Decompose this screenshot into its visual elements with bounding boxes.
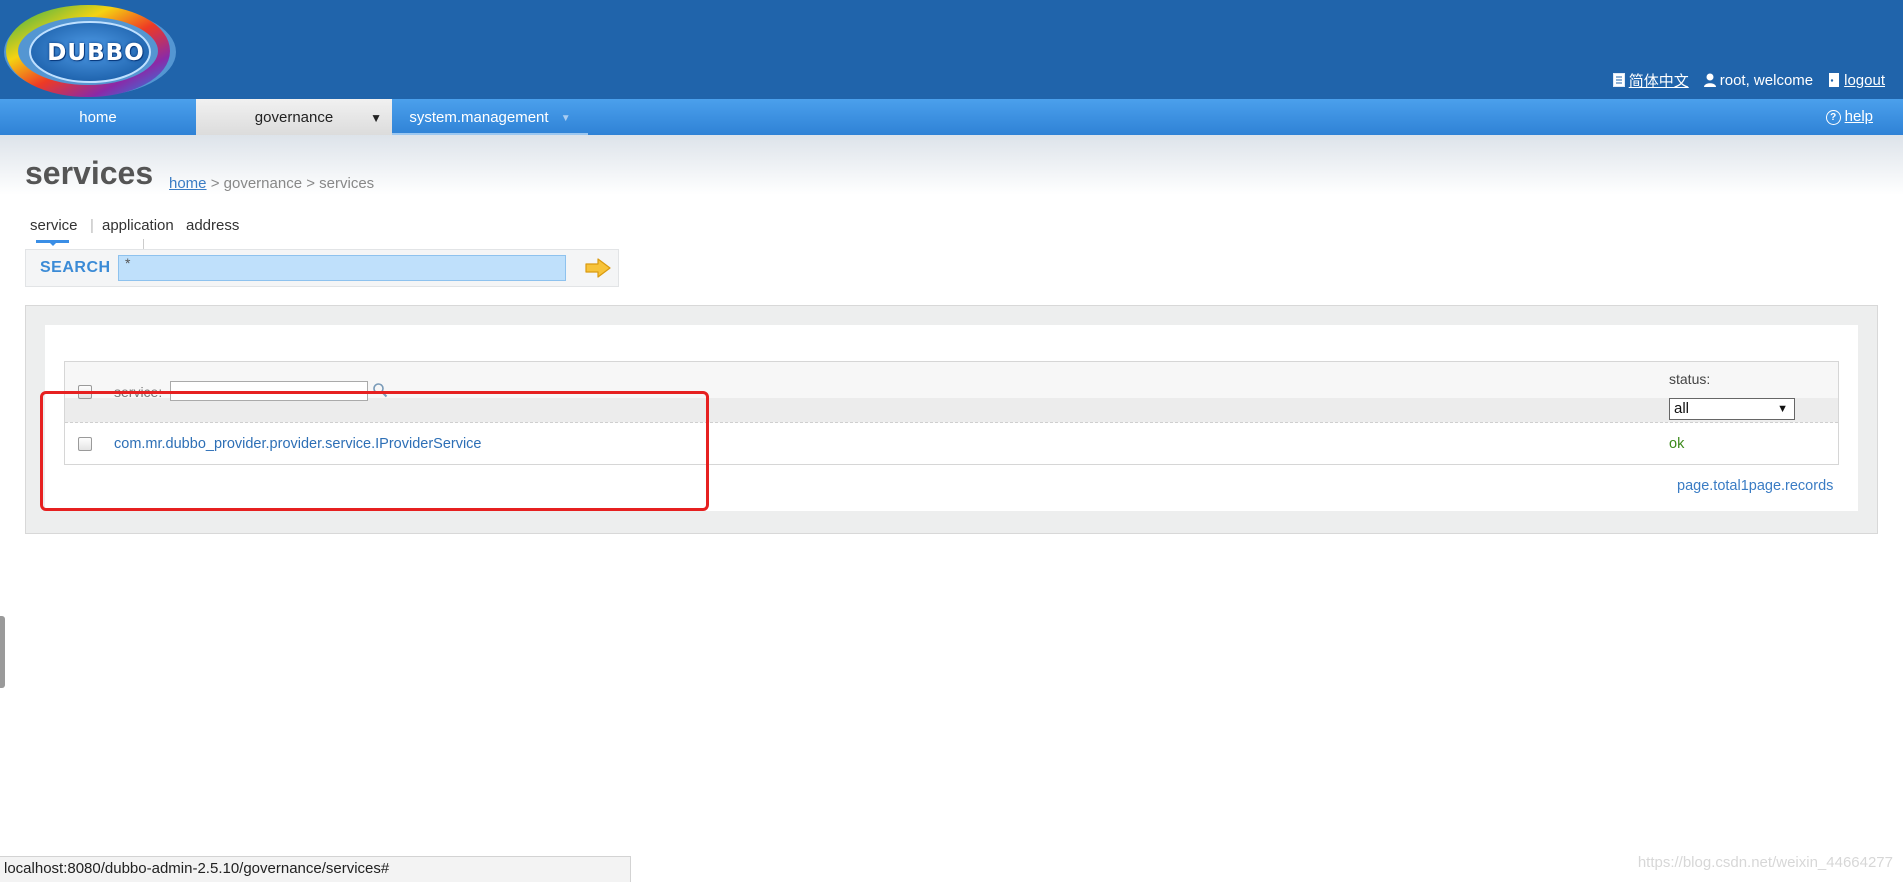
welcome-text: root, welcome — [1719, 71, 1814, 89]
nav-tab-label: governance — [254, 109, 334, 126]
nav-tab-home[interactable]: home — [0, 99, 196, 135]
service-link[interactable]: com.mr.dubbo_provider.provider.service.I… — [114, 436, 482, 452]
caret-down-icon: ▼ — [560, 113, 571, 124]
help-link[interactable]: help — [1845, 98, 1873, 136]
services-table: service: status: all ▼ com.mr.dubbo_prov… — [64, 361, 1839, 465]
active-tab-indicator — [36, 240, 69, 246]
pagination[interactable]: page.total1page.records — [1677, 478, 1833, 494]
tab-service[interactable]: service — [30, 217, 78, 234]
search-input[interactable]: * — [118, 255, 566, 281]
arrow-right-icon[interactable] — [584, 256, 612, 280]
status-badge: ok — [1669, 436, 1685, 452]
table-header: service: status: all ▼ — [65, 362, 1838, 423]
select-all-checkbox[interactable] — [78, 385, 92, 399]
nav-tab-governance[interactable]: governance ▼ — [196, 99, 392, 135]
breadcrumb: home > governance > services — [169, 175, 374, 192]
service-filter-input[interactable] — [170, 381, 368, 401]
table-row: com.mr.dubbo_provider.provider.service.I… — [65, 423, 1838, 465]
watermark: https://blog.csdn.net/weixin_44664277 — [1637, 854, 1893, 871]
breadcrumb-separator: > — [210, 175, 220, 192]
door-icon — [1829, 73, 1840, 87]
select-arrow-icon: ▼ — [1777, 403, 1788, 415]
breadcrumb-current: services — [319, 175, 375, 192]
row-checkbox[interactable] — [78, 437, 92, 451]
side-scroll-handle[interactable] — [0, 616, 5, 688]
language-link[interactable]: 简体中文 — [1629, 70, 1689, 91]
browser-status-bar: localhost:8080/dubbo-admin-2.5.10/govern… — [0, 856, 631, 882]
logout-item[interactable]: logout — [1827, 72, 1885, 89]
nav-tab-system-management[interactable]: system.management ▼ — [392, 99, 588, 135]
tab-application[interactable]: application — [102, 217, 174, 234]
breadcrumb-home-link[interactable]: home — [169, 175, 207, 192]
main-nav: home governance ▼ system.management ▼ ? … — [0, 99, 1903, 135]
user-info: root, welcome — [1703, 72, 1813, 89]
nav-tab-label: system.management — [409, 109, 549, 126]
caret-down-icon: ▼ — [370, 111, 382, 125]
help-icon: ? — [1825, 109, 1841, 125]
page-title: services — [25, 155, 154, 191]
document-icon — [1612, 73, 1625, 87]
tab-address[interactable]: address — [186, 217, 239, 234]
logo-text: DUBBO — [47, 40, 145, 66]
status-filter-label: status: — [1669, 371, 1711, 387]
user-icon — [1703, 73, 1716, 87]
language-switch[interactable]: 简体中文 — [1612, 70, 1689, 91]
search-icon[interactable] — [372, 382, 388, 398]
dubbo-logo[interactable]: DUBBO — [0, 2, 182, 98]
breadcrumb-governance: governance — [223, 175, 303, 192]
nav-tab-label: home — [79, 109, 117, 126]
status-filter-value: all — [1674, 400, 1690, 417]
service-filter-label: service: — [114, 384, 163, 400]
logout-link[interactable]: logout — [1844, 72, 1885, 89]
search-label: SEARCH — [40, 259, 111, 276]
status-filter-select[interactable]: all ▼ — [1669, 398, 1795, 420]
search-bar: SEARCH * — [25, 249, 619, 287]
breadcrumb-separator: > — [306, 175, 315, 192]
user-toolbar: 简体中文 root, welcome logout — [1612, 70, 1885, 90]
tab-separator: | — [90, 217, 94, 234]
help-item[interactable]: ? help — [1825, 98, 1873, 136]
top-header: DUBBO 简体中文 root, welcome logout — [0, 0, 1903, 99]
